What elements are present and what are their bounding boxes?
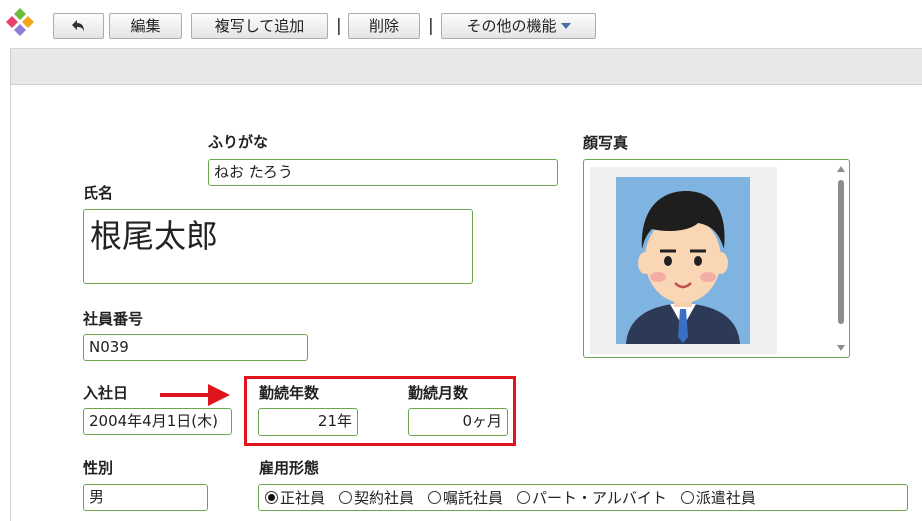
radio-option[interactable]: 契約社員 (339, 486, 414, 510)
furigana-field[interactable]: ねお たろう (208, 159, 558, 186)
employment-type-label: 雇用形態 (259, 459, 320, 477)
radio-unchecked-icon (517, 491, 531, 504)
radio-option-label: 契約社員 (354, 488, 415, 507)
months-label: 勤続月数 (408, 384, 469, 402)
gender-field[interactable]: 男 (83, 484, 208, 511)
hire-date-label: 入社日 (83, 384, 129, 402)
photo-scrollbar[interactable] (835, 162, 847, 355)
radio-option-label: パート・アルバイト (532, 488, 667, 507)
more-functions-button[interactable]: その他の機能 (441, 13, 596, 39)
radio-option[interactable]: パート・アルバイト (517, 486, 667, 510)
pointer-arrow-icon (160, 384, 230, 406)
radio-unchecked-icon (428, 491, 442, 504)
employee-no-field[interactable]: N039 (83, 334, 308, 361)
name-field[interactable]: 根尾太郎 (83, 209, 473, 284)
duplicate-add-button[interactable]: 複写して追加 (191, 13, 328, 39)
employment-type-group: 正社員 契約社員 嘱託社員 パート・アルバイト 派遣社員 (258, 484, 908, 511)
back-button[interactable] (53, 13, 104, 39)
scroll-up-icon[interactable] (837, 166, 845, 172)
years-label: 勤続年数 (259, 384, 320, 402)
scroll-thumb[interactable] (838, 180, 844, 324)
app-logo-icon[interactable] (3, 5, 37, 39)
radio-option-label: 正社員 (280, 488, 326, 507)
radio-unchecked-icon (680, 491, 694, 504)
radio-option-label: 派遣社員 (695, 488, 756, 507)
toolbar-separator: | (336, 16, 342, 36)
name-label: 氏名 (83, 184, 114, 202)
employee-no-label: 社員番号 (83, 310, 144, 328)
radio-option[interactable]: 嘱託社員 (428, 486, 503, 510)
delete-button[interactable]: 削除 (348, 13, 420, 39)
hire-date-field[interactable]: 2004年4月1日(木) (83, 408, 232, 435)
radio-option-label: 嘱託社員 (443, 488, 504, 507)
header-bar (10, 48, 922, 85)
photo-field[interactable] (583, 159, 850, 358)
scroll-down-icon[interactable] (837, 345, 845, 351)
back-arrow-icon (71, 20, 84, 32)
dropdown-caret-icon (560, 23, 571, 29)
radio-option[interactable]: 派遣社員 (680, 486, 756, 510)
years-field[interactable]: 21年 (258, 408, 358, 436)
toolbar-separator: | (428, 16, 434, 36)
radio-option[interactable]: 正社員 (265, 486, 325, 510)
edit-button[interactable]: 編集 (109, 13, 182, 39)
months-field[interactable]: 0ヶ月 (408, 408, 508, 436)
radio-checked-icon (265, 491, 278, 504)
furigana-label: ふりがな (208, 133, 269, 151)
radio-unchecked-icon (339, 491, 353, 504)
employee-photo (590, 167, 777, 354)
more-functions-label: その他の機能 (466, 17, 557, 35)
photo-label: 顔写真 (583, 134, 629, 152)
gender-label: 性別 (83, 459, 114, 477)
toolbar: 編集 複写して追加 | 削除 | その他の機能 (0, 0, 922, 48)
